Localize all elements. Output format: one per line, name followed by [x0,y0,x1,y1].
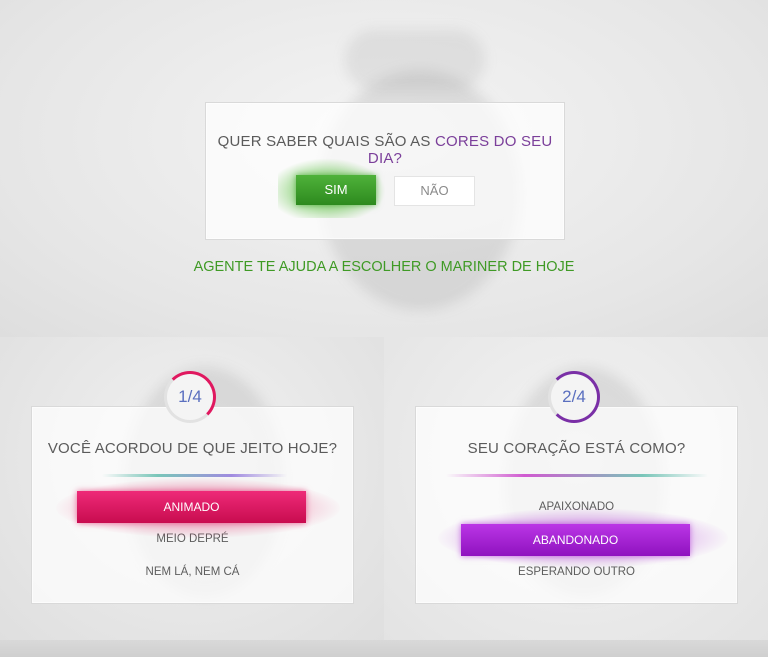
step-indicator-2: 2/4 [548,371,600,423]
option-animado-selected[interactable]: ANIMADO [77,491,306,523]
step-indicator-1: 1/4 [164,371,216,423]
question-card-2: SEU CORAÇÃO ESTÁ COMO? APAIXONADO ESPERA… [415,406,738,604]
question-2-title: SEU CORAÇÃO ESTÁ COMO? [467,440,686,457]
option-abandonado-selected[interactable]: ABANDONADO [461,524,690,556]
question-1-divider [102,474,287,477]
question-2-divider [446,474,708,477]
tagline: AGENTE TE AJUDA A ESCOLHER O MARINER DE … [193,259,575,275]
watch-strap [345,30,485,90]
option-nem-la-nem-ca[interactable]: NEM LÁ, NEM CÁ [32,566,353,578]
footer-strip [0,640,768,657]
yes-button[interactable]: SIM [296,175,376,205]
intro-question-text: QUER SABER QUAIS SÃO AS [217,133,435,150]
no-button[interactable]: NÃO [394,176,475,206]
question-1-title: VOCÊ ACORDOU DE QUE JEITO HOJE? [47,440,338,457]
